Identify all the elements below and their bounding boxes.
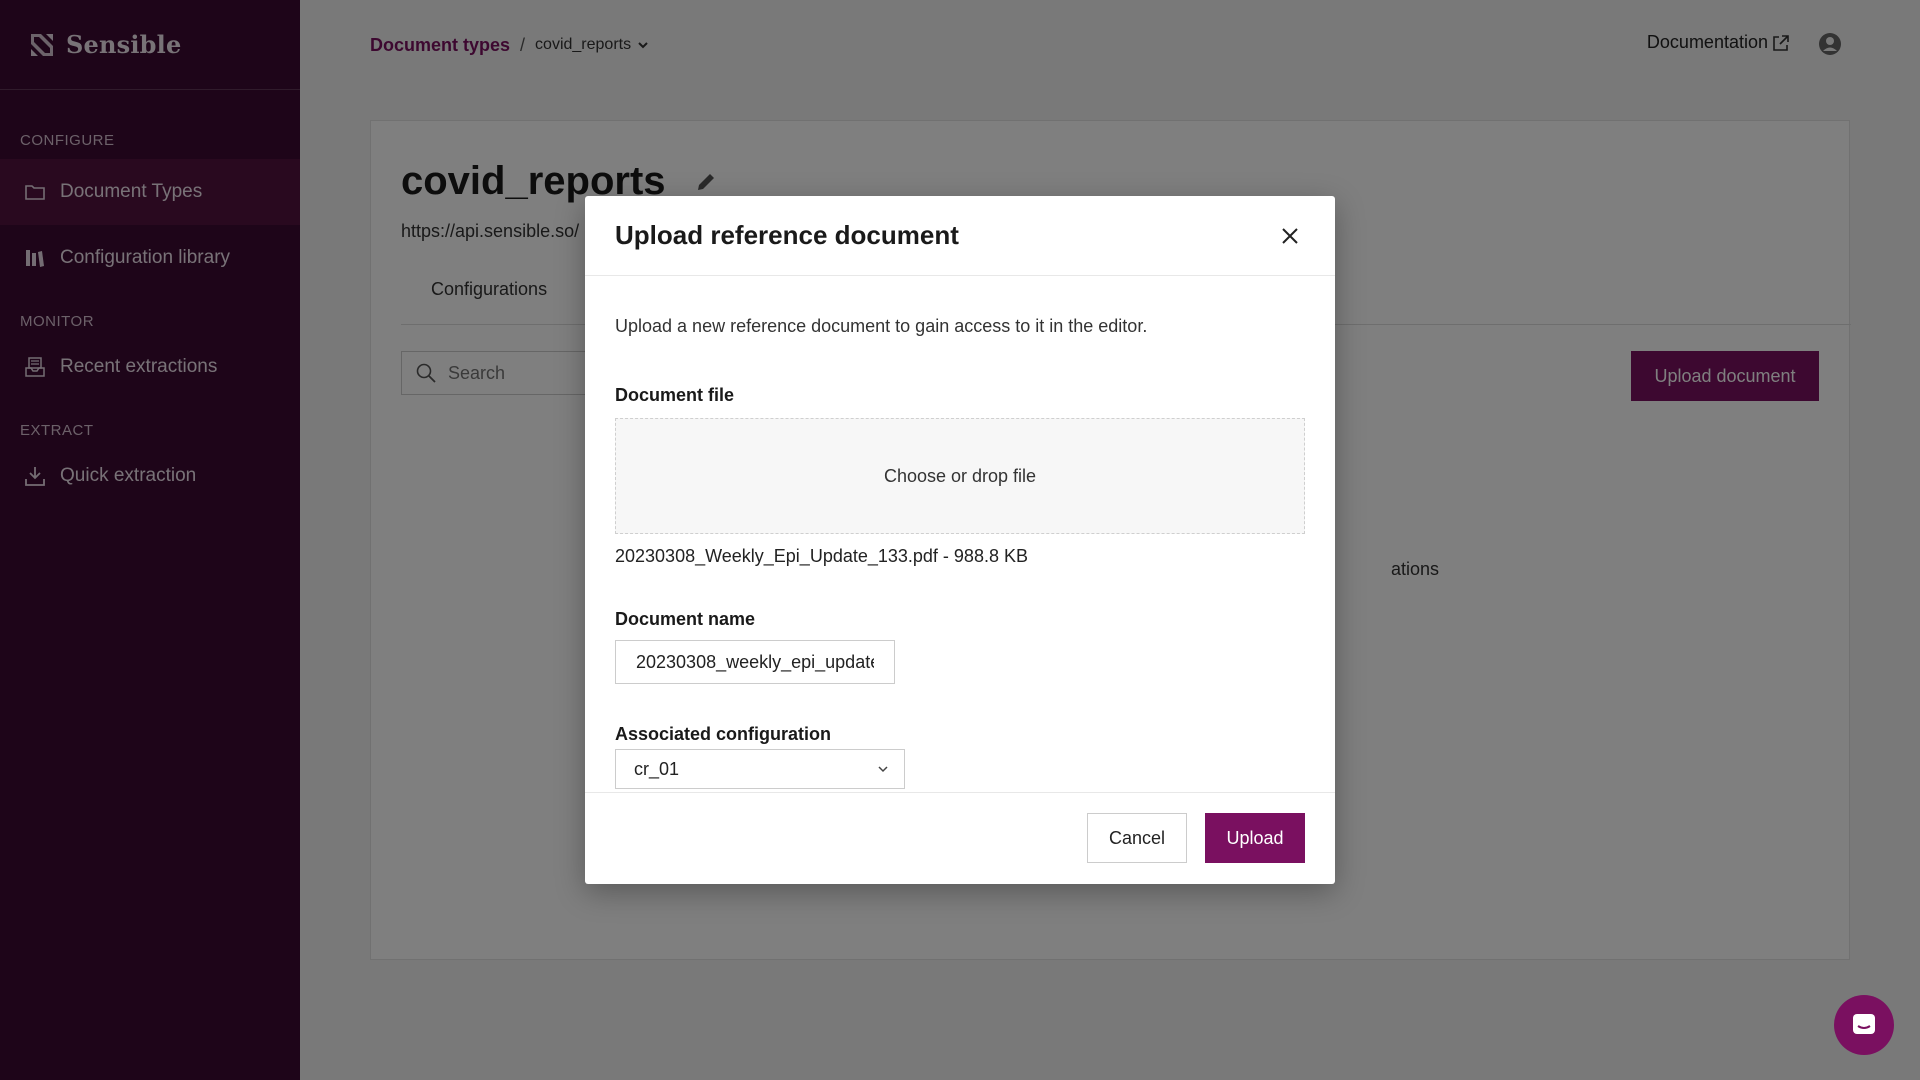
document-name-input[interactable] bbox=[615, 640, 895, 684]
modal-header: Upload reference document bbox=[585, 196, 1335, 276]
modal-footer: Cancel Upload bbox=[585, 792, 1335, 884]
chat-icon bbox=[1853, 1014, 1875, 1034]
modal-intro: Upload a new reference document to gain … bbox=[615, 316, 1148, 336]
configuration-select-value: cr_01 bbox=[634, 758, 680, 779]
dropzone-label: Choose or drop file bbox=[883, 465, 1037, 486]
configuration-select[interactable]: cr_01 bbox=[615, 749, 905, 789]
upload-reference-modal: Upload reference document Upload a new r… bbox=[585, 196, 1335, 884]
document-file-label: Document file bbox=[615, 385, 735, 405]
chat-launcher-button[interactable] bbox=[1834, 995, 1894, 1055]
modal-body: Upload a new reference document to gain … bbox=[585, 316, 1335, 789]
selected-file-info: 20230308_Weekly_Epi_Update_133.pdf - 988… bbox=[615, 546, 1028, 566]
document-name-label: Document name bbox=[615, 609, 756, 629]
modal-title: Upload reference document bbox=[615, 220, 959, 250]
chevron-down-icon bbox=[878, 766, 888, 773]
cancel-button[interactable]: Cancel bbox=[1087, 813, 1187, 863]
upload-button[interactable]: Upload bbox=[1205, 813, 1305, 863]
associated-configuration-label: Associated configuration bbox=[615, 724, 832, 744]
file-dropzone[interactable]: Choose or drop file bbox=[615, 418, 1305, 534]
close-button[interactable] bbox=[1275, 221, 1305, 251]
close-icon bbox=[1282, 227, 1298, 244]
